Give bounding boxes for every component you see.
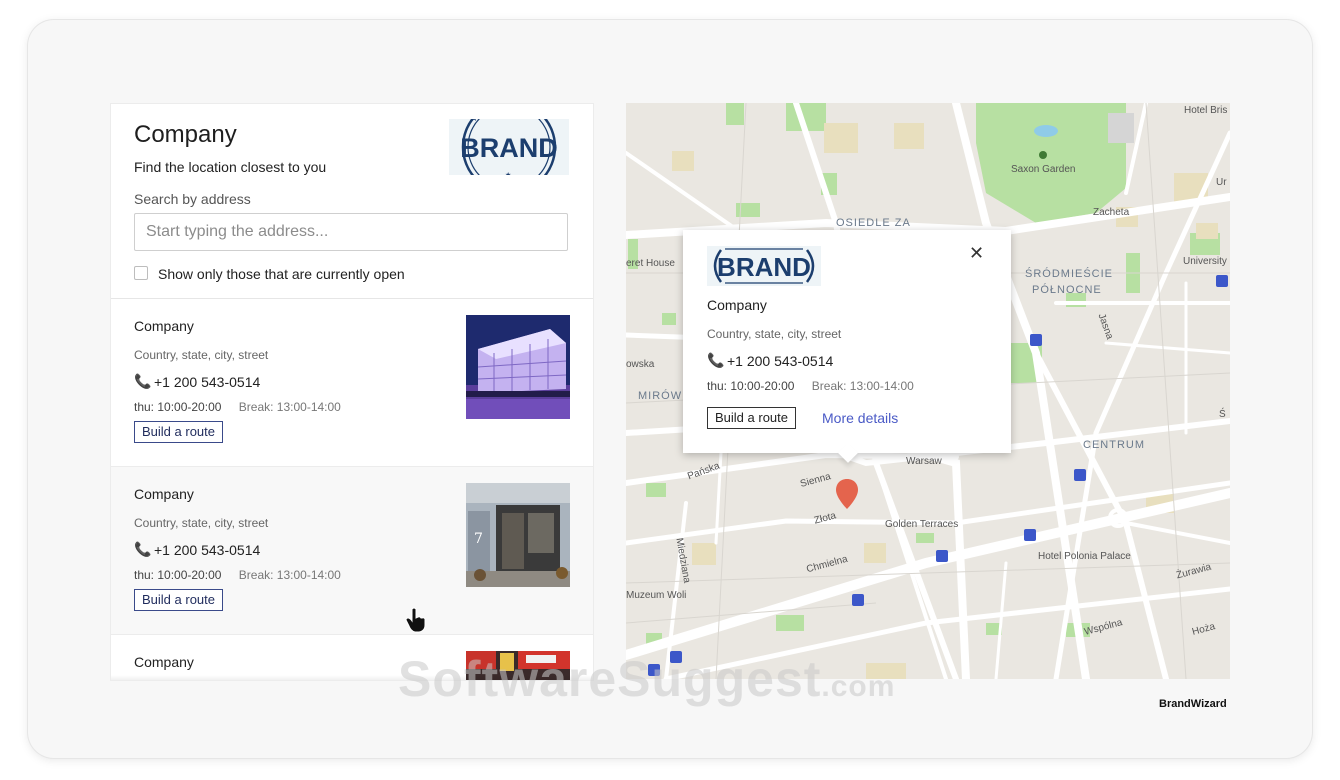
hours-day: thu:	[134, 400, 155, 414]
brandwizard-logo: BrandWizard	[1159, 698, 1227, 710]
break-value: 13:00-14:00	[276, 568, 341, 582]
more-details-link[interactable]: More details	[822, 410, 898, 426]
map-label: Hotel Polonia Palace	[1038, 551, 1131, 562]
hand-cursor-icon	[405, 607, 427, 638]
location-marker-icon[interactable]	[836, 478, 858, 515]
map-label: University	[1183, 256, 1227, 267]
map-label: Hotel Bris	[1184, 105, 1228, 116]
location-phone[interactable]: +1 200 543-0514	[154, 542, 260, 558]
location-photo	[466, 315, 570, 419]
svg-text:BRAND: BRAND	[460, 133, 558, 163]
location-address: Country, state, city, street	[134, 516, 269, 530]
break-label: Break:	[238, 400, 274, 414]
build-route-button[interactable]: Build a route	[134, 589, 223, 611]
location-address: Country, state, city, street	[134, 348, 269, 362]
map-label: Golden Terraces	[885, 519, 959, 530]
map-label: OSIEDLE ZA	[836, 217, 911, 229]
location-popup: BRAND ✕ Company Country, state, city, st…	[683, 230, 1011, 453]
hours-day: thu:	[134, 568, 155, 582]
break-value: 13:00-14:00	[276, 400, 341, 414]
location-hours: thu: 10:00-20:00 Break: 13:00-14:00	[134, 400, 341, 414]
brand-logo: BRAND	[707, 246, 821, 286]
phone-icon: 📞	[134, 373, 152, 389]
watermark-main: SoftwareSuggest	[398, 651, 822, 707]
map-label: PÓŁNOCNE	[1032, 284, 1102, 296]
location-card[interactable]: Company Country, state, city, street 📞 +…	[111, 299, 593, 467]
hours-day: thu:	[707, 379, 728, 393]
map-label: ŚRÓDMIEŚCIE	[1025, 268, 1114, 280]
svg-text:★: ★	[470, 119, 478, 123]
panel-header: Company Find the location closest to you…	[111, 104, 593, 299]
phone-icon: 📞	[707, 352, 725, 368]
store-locator-panel: Company Find the location closest to you…	[110, 103, 594, 681]
map-label: eret House	[626, 258, 675, 269]
location-name: Company	[134, 486, 194, 502]
svg-text:BRAND: BRAND	[717, 252, 811, 282]
popup-location-address: Country, state, city, street	[707, 327, 842, 341]
open-now-label: Show only those that are currently open	[158, 266, 405, 282]
location-name: Company	[134, 318, 194, 334]
close-icon[interactable]: ✕	[969, 243, 984, 264]
hours-value: 10:00-20:00	[157, 568, 222, 582]
page-title: Company	[134, 121, 237, 148]
map-label: Muzeum Woli	[626, 590, 687, 601]
open-now-checkbox[interactable]	[134, 266, 148, 280]
break-label: Break:	[238, 568, 274, 582]
map-label: Ś	[1219, 409, 1226, 420]
location-photo: 7	[466, 483, 570, 587]
svg-text:★: ★	[505, 171, 511, 175]
map-label: Ur	[1216, 177, 1227, 188]
popup-location-name: Company	[707, 297, 767, 313]
popup-location-hours: thu: 10:00-20:00 Break: 13:00-14:00	[707, 379, 914, 393]
svg-text:7: 7	[474, 531, 483, 547]
address-search-input[interactable]	[134, 213, 568, 251]
watermark: SoftwareSuggest.com	[398, 650, 895, 708]
map-label: MIRÓW	[638, 390, 683, 402]
brand-logo: ★ ★ BRAND	[449, 119, 569, 175]
phone-icon: 📞	[134, 541, 152, 557]
page-subtitle: Find the location closest to you	[134, 159, 327, 175]
watermark-suffix: .com	[821, 670, 896, 703]
hours-value: 10:00-20:00	[157, 400, 222, 414]
location-name: Company	[134, 654, 194, 670]
build-route-button[interactable]: Build a route	[134, 421, 223, 443]
map-label: Zacheta	[1093, 207, 1130, 218]
search-label: Search by address	[134, 191, 251, 207]
map-label: Warsaw	[906, 456, 942, 467]
break-value: 13:00-14:00	[849, 379, 914, 393]
location-hours: thu: 10:00-20:00 Break: 13:00-14:00	[134, 568, 341, 582]
location-card[interactable]: Company Country, state, city, street 📞 +…	[111, 467, 593, 635]
map-label: CENTRUM	[1083, 439, 1145, 451]
hours-value: 10:00-20:00	[730, 379, 795, 393]
break-label: Break:	[811, 379, 847, 393]
popup-location-phone[interactable]: +1 200 543-0514	[727, 353, 833, 369]
map-label: owska	[626, 359, 655, 370]
map-label: Saxon Garden	[1011, 164, 1076, 175]
build-route-button[interactable]: Build a route	[707, 407, 796, 429]
location-phone[interactable]: +1 200 543-0514	[154, 374, 260, 390]
